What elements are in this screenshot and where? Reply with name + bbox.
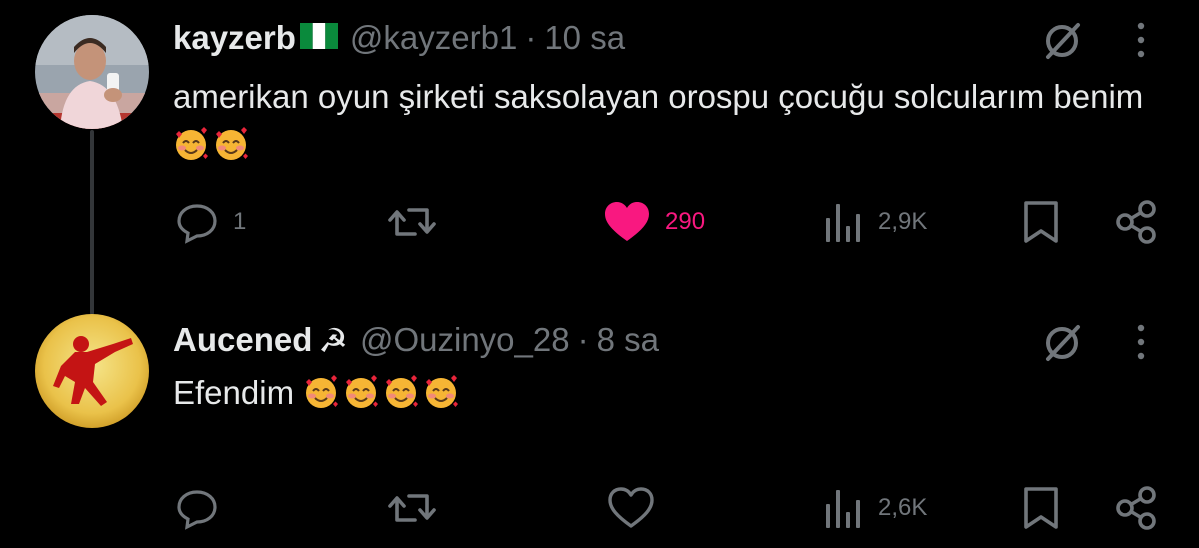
timestamp[interactable]: 8 sa xyxy=(597,321,659,359)
bookmark-icon xyxy=(1022,485,1060,531)
tweet-text-content: Efendim xyxy=(173,374,295,411)
more-options-icon[interactable] xyxy=(1134,20,1148,60)
action-bar: 2,6K xyxy=(0,478,1199,538)
bookmark-button[interactable] xyxy=(1022,478,1060,538)
tweet[interactable]: Aucened ☭ @Ouzinyo_28 · 8 sa Efendim 2,6… xyxy=(0,300,1199,548)
share-icon xyxy=(1114,199,1158,245)
smiling-face-with-hearts-icon xyxy=(423,374,459,410)
views-count: 2,9K xyxy=(878,208,928,235)
user-handle[interactable]: @kayzerb1 xyxy=(350,19,517,57)
reply-count: 1 xyxy=(233,208,247,235)
tweet-header: Aucened ☭ @Ouzinyo_28 · 8 sa xyxy=(173,318,659,362)
tweet-header: kayzerb @kayzerb1 · 10 sa xyxy=(173,16,625,60)
share-button[interactable] xyxy=(1114,478,1158,538)
like-button[interactable] xyxy=(607,478,655,538)
heart-filled-icon xyxy=(603,200,651,244)
separator: · xyxy=(577,321,589,358)
views-count: 2,6K xyxy=(878,494,928,521)
retweet-button[interactable] xyxy=(387,478,437,538)
analytics-icon xyxy=(824,200,864,244)
retweet-icon xyxy=(387,200,437,244)
display-name[interactable]: kayzerb xyxy=(173,19,296,57)
tweet-text-content: amerikan oyun şirketi saksolayan orospu … xyxy=(173,78,1144,115)
more-options-icon[interactable] xyxy=(1134,322,1148,362)
retweet-icon xyxy=(387,486,437,530)
share-icon xyxy=(1114,485,1158,531)
avatar[interactable] xyxy=(35,15,149,129)
separator: · xyxy=(525,19,537,56)
retweet-button[interactable] xyxy=(387,192,437,252)
reply-button[interactable]: 1 xyxy=(175,192,246,252)
reply-icon xyxy=(175,486,219,530)
smiling-face-with-hearts-icon xyxy=(173,126,209,162)
smiling-face-with-hearts-icon xyxy=(213,126,249,162)
analytics-icon xyxy=(824,486,864,530)
like-count: 290 xyxy=(665,208,706,235)
share-button[interactable] xyxy=(1114,192,1158,252)
reply-button[interactable] xyxy=(175,478,219,538)
smiling-face-with-hearts-icon xyxy=(343,374,379,410)
reply-icon xyxy=(175,200,219,244)
hammer-and-sickle-icon: ☭ xyxy=(318,321,348,359)
nigeria-flag-icon xyxy=(299,19,338,57)
like-button[interactable]: 290 xyxy=(603,192,705,252)
avatar[interactable] xyxy=(35,314,149,428)
tweet-text: Efendim xyxy=(173,369,1173,417)
action-bar: 1 290 2,9K xyxy=(0,192,1199,252)
timestamp[interactable]: 10 sa xyxy=(544,19,625,57)
bookmark-button[interactable] xyxy=(1022,192,1060,252)
user-handle[interactable]: @Ouzinyo_28 xyxy=(360,321,570,359)
views-button[interactable]: 2,9K xyxy=(824,192,927,252)
display-name[interactable]: Aucened xyxy=(173,321,312,359)
smiling-face-with-hearts-icon xyxy=(383,374,419,410)
smiling-face-with-hearts-icon xyxy=(303,374,339,410)
grok-icon[interactable] xyxy=(1038,319,1086,367)
bookmark-icon xyxy=(1022,199,1060,245)
heart-outline-icon xyxy=(607,486,655,530)
views-button[interactable]: 2,6K xyxy=(824,478,927,538)
tweet[interactable]: kayzerb @kayzerb1 · 10 sa amerikan oyun … xyxy=(0,0,1199,315)
tweet-text: amerikan oyun şirketi saksolayan orospu … xyxy=(173,73,1173,169)
grok-icon[interactable] xyxy=(1038,17,1086,65)
